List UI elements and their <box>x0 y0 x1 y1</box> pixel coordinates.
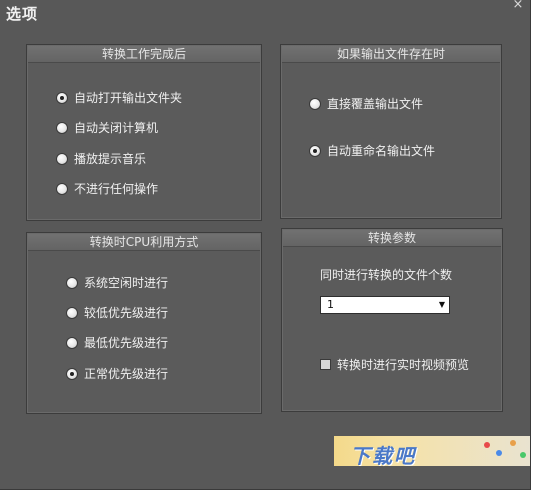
radio-button-icon[interactable] <box>66 306 78 319</box>
radio-label: 自动关闭计算机 <box>74 121 159 135</box>
checkbox-icon[interactable] <box>320 359 331 370</box>
radio-button-icon[interactable] <box>56 152 68 165</box>
radio-label: 自动重命名输出文件 <box>327 144 436 158</box>
checkbox-label: 转换时进行实时视频预览 <box>337 358 470 372</box>
dropdown-arrow-icon[interactable]: ▼ <box>439 297 445 313</box>
radio-do-nothing[interactable]: 不进行任何操作 <box>56 180 158 197</box>
dialog-title: 选项 <box>6 5 39 23</box>
group-conversion-params: 转换参数 <box>281 228 503 412</box>
close-icon[interactable]: × <box>511 0 525 12</box>
radio-button-icon[interactable] <box>309 97 321 110</box>
radio-cpu-lowest[interactable]: 最低优先级进行 <box>66 334 168 351</box>
options-dialog: 选项 × 转换工作完成后 自动打开输出文件夹 自动关闭计算机 播放提示音乐 不进… <box>0 0 531 490</box>
group-file-exists: 如果输出文件存在时 <box>280 44 502 219</box>
concurrent-files-label: 同时进行转换的文件个数 <box>320 268 453 282</box>
radio-cpu-lower[interactable]: 较低优先级进行 <box>66 304 168 321</box>
radio-button-icon[interactable] <box>56 121 68 134</box>
radio-button-icon[interactable] <box>56 91 68 104</box>
group-conversion-params-header: 转换参数 <box>283 230 501 247</box>
group-file-exists-header: 如果输出文件存在时 <box>282 46 500 63</box>
group-cpu-usage: 转换时CPU利用方式 <box>26 232 262 414</box>
radio-play-sound[interactable]: 播放提示音乐 <box>56 150 146 167</box>
radio-label: 较低优先级进行 <box>84 306 169 320</box>
radio-shutdown-computer[interactable]: 自动关闭计算机 <box>56 119 158 136</box>
radio-auto-rename-output[interactable]: 自动重命名输出文件 <box>309 142 435 159</box>
group-cpu-usage-header: 转换时CPU利用方式 <box>28 234 260 251</box>
concurrent-files-select[interactable]: 1 ▼ <box>320 296 450 314</box>
radio-overwrite-output[interactable]: 直接覆盖输出文件 <box>309 95 423 112</box>
radio-label: 系统空闲时进行 <box>84 276 169 290</box>
radio-button-icon[interactable] <box>309 144 321 157</box>
radio-button-icon[interactable] <box>56 182 68 195</box>
radio-cpu-idle[interactable]: 系统空闲时进行 <box>66 274 168 291</box>
select-value: 1 <box>327 298 334 311</box>
radio-button-icon[interactable] <box>66 276 78 289</box>
radio-cpu-normal[interactable]: 正常优先级进行 <box>66 365 168 382</box>
realtime-preview-checkbox[interactable]: 转换时进行实时视频预览 <box>320 356 469 373</box>
radio-button-icon[interactable] <box>66 367 78 380</box>
radio-label: 播放提示音乐 <box>74 152 147 166</box>
radio-label: 直接覆盖输出文件 <box>327 97 424 111</box>
radio-label: 不进行任何操作 <box>74 182 159 196</box>
radio-label: 自动打开输出文件夹 <box>74 91 183 105</box>
radio-open-output-folder[interactable]: 自动打开输出文件夹 <box>56 89 182 106</box>
radio-label: 正常优先级进行 <box>84 367 169 381</box>
radio-label: 最低优先级进行 <box>84 336 169 350</box>
radio-button-icon[interactable] <box>66 336 78 349</box>
watermark-logo: 下载吧 <box>334 428 530 476</box>
group-after-done-header: 转换工作完成后 <box>28 46 260 63</box>
